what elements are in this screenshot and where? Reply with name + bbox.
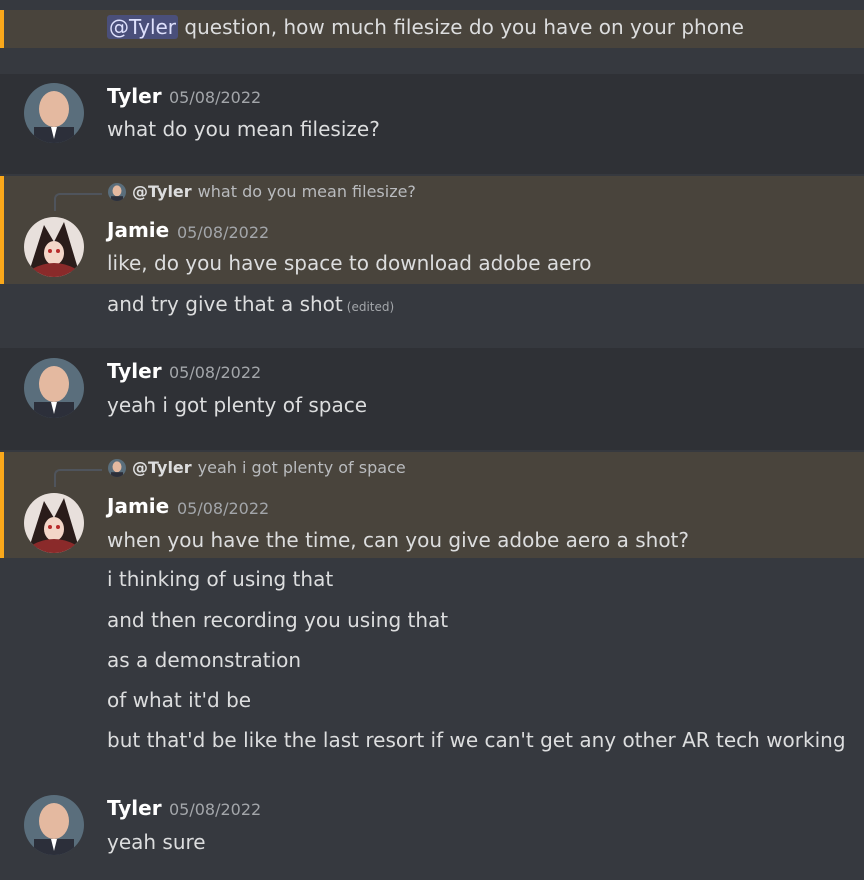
message-timestamp: 05/08/2022 (169, 88, 262, 107)
message-body: question, how much filesize do you have … (178, 15, 744, 39)
reply-preview[interactable]: @Tyler yeah i got plenty of space (108, 458, 406, 477)
message-text: and try give that a shot (edited) (107, 292, 394, 316)
jamie-avatar-icon[interactable] (24, 493, 84, 553)
message-text: like, do you have space to download adob… (107, 251, 592, 275)
username-tyler[interactable]: Tyler (107, 84, 162, 108)
message-text: but that'd be like the last resort if we… (107, 728, 846, 752)
message-text: what do you mean filesize? (107, 117, 380, 141)
message-text: of what it'd be (107, 688, 252, 712)
message-text: @Tyler question, how much filesize do yo… (107, 15, 744, 39)
message-text: and then recording you using that (107, 608, 449, 632)
tyler-avatar-icon (108, 458, 126, 477)
reply-spine (54, 469, 102, 487)
jamie-avatar-icon[interactable] (24, 217, 84, 277)
message-text: yeah sure (107, 830, 206, 854)
tyler-avatar-icon[interactable] (24, 358, 84, 418)
username-tyler[interactable]: Tyler (107, 359, 162, 383)
message-text: yeah i got plenty of space (107, 393, 368, 417)
message-body: and try give that a shot (107, 292, 343, 316)
username-jamie[interactable]: Jamie (107, 218, 169, 242)
reply-text: yeah i got plenty of space (197, 458, 406, 477)
reply-spine (54, 193, 102, 211)
message-text: when you have the time, can you give ado… (107, 528, 690, 552)
message-timestamp: 05/08/2022 (177, 223, 270, 242)
reply-mention[interactable]: @Tyler (132, 182, 192, 201)
reply-preview[interactable]: @Tyler what do you mean filesize? (108, 182, 416, 201)
message-text: i thinking of using that (107, 567, 334, 591)
message-text: as a demonstration (107, 648, 302, 672)
tyler-avatar-icon[interactable] (24, 83, 84, 143)
message-timestamp: 05/08/2022 (177, 499, 270, 518)
tyler-avatar-icon[interactable] (24, 795, 84, 855)
user-mention[interactable]: @Tyler (107, 15, 179, 39)
username-tyler[interactable]: Tyler (107, 796, 162, 820)
tyler-avatar-icon (108, 182, 126, 201)
username-jamie[interactable]: Jamie (107, 494, 169, 518)
edited-label: (edited) (346, 300, 395, 314)
message-timestamp: 05/08/2022 (169, 800, 262, 819)
message-timestamp: 05/08/2022 (169, 363, 262, 382)
reply-text: what do you mean filesize? (197, 182, 416, 201)
reply-mention[interactable]: @Tyler (132, 458, 192, 477)
